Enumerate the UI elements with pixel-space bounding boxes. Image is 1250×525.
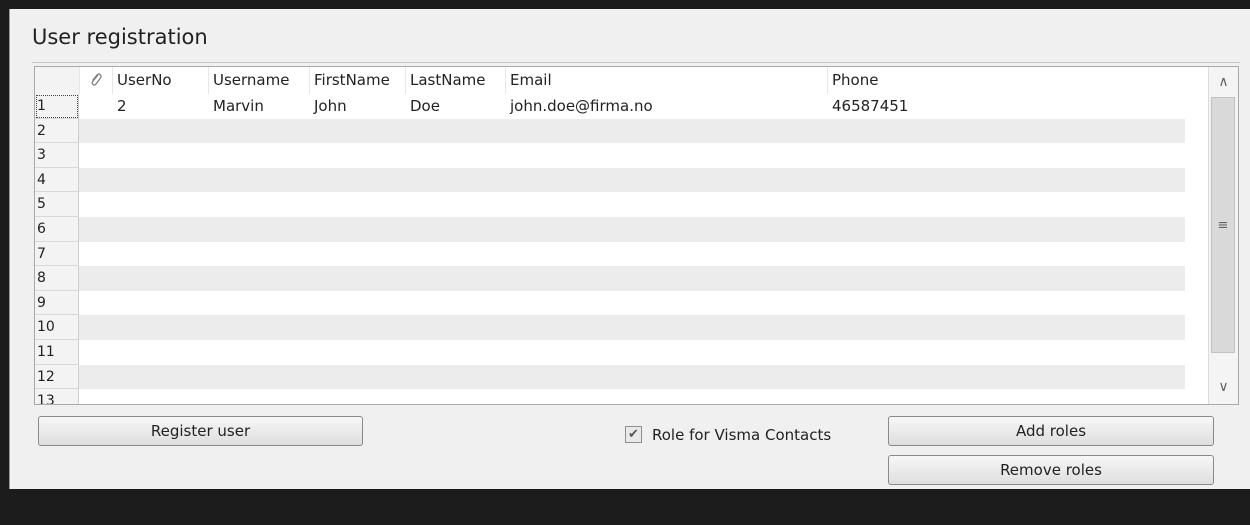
col-header-firstname[interactable]: FirstName: [310, 67, 406, 94]
row-number[interactable]: 6: [35, 217, 79, 242]
cell-phone[interactable]: 46587451: [832, 94, 908, 118]
cell-lastname[interactable]: Doe: [410, 94, 440, 118]
bottom-dark-area: [0, 489, 1250, 525]
row-number[interactable]: 2: [35, 118, 79, 144]
table-row[interactable]: 2: [35, 118, 1185, 144]
grid-header: UserNo Username FirstName LastName Email…: [35, 67, 1185, 94]
group-title: User registration: [32, 25, 208, 49]
col-header-email[interactable]: Email: [506, 67, 828, 94]
row-number[interactable]: 13: [35, 389, 79, 404]
row-number[interactable]: 3: [35, 143, 79, 168]
table-row[interactable]: 1 2 Marvin John Doe john.doe@firma.no 46…: [35, 94, 1185, 119]
col-header-lastname[interactable]: LastName: [406, 67, 506, 94]
grid-rows: 1 2 Marvin John Doe john.doe@firma.no 46…: [35, 94, 1185, 404]
table-row[interactable]: 13: [35, 389, 1185, 404]
grip-icon: ≡: [1217, 218, 1229, 233]
table-row[interactable]: 12: [35, 364, 1185, 390]
scrollbar-thumb[interactable]: ≡: [1211, 97, 1235, 353]
user-registration-panel: User registration UserNo Username FirstN…: [9, 9, 1250, 489]
chevron-down-icon[interactable]: ∨: [1209, 374, 1238, 400]
row-number[interactable]: 12: [35, 364, 79, 390]
col-header-username[interactable]: Username: [209, 67, 310, 94]
vertical-scrollbar[interactable]: ∧ ≡ ∨: [1208, 67, 1238, 404]
register-user-button[interactable]: Register user: [38, 416, 363, 446]
row-number[interactable]: 4: [35, 167, 79, 193]
row-number[interactable]: 9: [35, 290, 79, 316]
table-row[interactable]: 11: [35, 340, 1185, 365]
cell-firstname[interactable]: John: [314, 94, 347, 118]
col-header-userno[interactable]: UserNo: [113, 67, 209, 94]
col-header-phone[interactable]: Phone: [828, 67, 1185, 94]
row-number[interactable]: 7: [35, 241, 79, 267]
table-row[interactable]: 8: [35, 266, 1185, 291]
table-row[interactable]: 5: [35, 192, 1185, 217]
row-number[interactable]: 11: [35, 340, 79, 365]
paperclip-icon: [80, 67, 113, 94]
table-row[interactable]: 3: [35, 143, 1185, 168]
row-number[interactable]: 8: [35, 266, 79, 291]
table-row[interactable]: 7: [35, 241, 1185, 267]
cell-email[interactable]: john.doe@firma.no: [510, 94, 653, 118]
table-row[interactable]: 4: [35, 167, 1185, 193]
role-visma-contacts-label: Role for Visma Contacts: [652, 426, 832, 444]
row-number[interactable]: 10: [35, 315, 79, 340]
table-row[interactable]: 10: [35, 315, 1185, 340]
users-grid[interactable]: UserNo Username FirstName LastName Email…: [34, 66, 1239, 405]
table-row[interactable]: 9: [35, 290, 1185, 316]
row-header-corner: [35, 67, 80, 94]
remove-roles-button[interactable]: Remove roles: [888, 455, 1214, 485]
row-number[interactable]: 1: [35, 94, 79, 119]
group-divider: [32, 62, 1240, 63]
cell-username[interactable]: Marvin: [213, 94, 264, 118]
role-visma-contacts-checkbox[interactable]: ✔: [625, 426, 642, 443]
chevron-up-icon[interactable]: ∧: [1209, 69, 1238, 95]
cell-userno[interactable]: 2: [117, 94, 127, 118]
table-row[interactable]: 6: [35, 217, 1185, 242]
add-roles-button[interactable]: Add roles: [888, 416, 1214, 446]
row-number[interactable]: 5: [35, 192, 79, 217]
